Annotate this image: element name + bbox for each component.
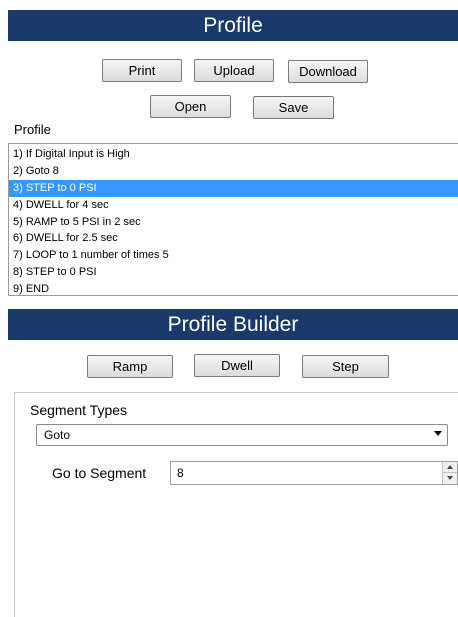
go-to-segment-value: 8 [177, 466, 184, 480]
save-button[interactable]: Save [253, 96, 334, 119]
list-item[interactable]: 1) If Digital Input is High [9, 146, 458, 163]
profile-list[interactable]: 1) If Digital Input is High 2) Goto 8 3)… [8, 143, 458, 296]
upload-button[interactable]: Upload [194, 59, 274, 82]
profile-title: Profile [203, 14, 263, 37]
list-item[interactable]: 8) STEP to 0 PSI [9, 264, 458, 281]
list-item-selected[interactable]: 3) STEP to 0 PSI [9, 179, 458, 197]
profile-header: Profile [8, 10, 458, 41]
go-to-segment-input[interactable]: 8 [170, 461, 458, 485]
step-button[interactable]: Step [302, 355, 389, 378]
ramp-button[interactable]: Ramp [87, 355, 173, 378]
list-item[interactable]: 7) LOOP to 1 number of times 5 [9, 247, 458, 264]
list-item[interactable]: 6) DWELL for 2.5 sec [9, 230, 458, 247]
dwell-button[interactable]: Dwell [194, 354, 280, 377]
chevron-down-icon[interactable] [434, 431, 442, 436]
open-button[interactable]: Open [150, 95, 231, 118]
arrow-up-icon [447, 465, 453, 469]
spin-buttons [442, 462, 457, 484]
spin-down-button[interactable] [443, 473, 457, 484]
profile-list-label: Profile [14, 122, 51, 137]
list-item[interactable]: 4) DWELL for 4 sec [9, 197, 458, 214]
list-item[interactable]: 9) END [9, 281, 458, 298]
print-button[interactable]: Print [102, 59, 182, 82]
profile-builder-header: Profile Builder [8, 309, 458, 340]
segment-type-select[interactable]: Goto [36, 424, 448, 446]
list-item[interactable]: 2) Goto 8 [9, 163, 458, 180]
arrow-down-icon [447, 476, 453, 480]
spin-up-button[interactable] [443, 462, 457, 473]
download-button[interactable]: Download [288, 60, 368, 83]
profile-builder-title: Profile Builder [167, 313, 299, 336]
list-item[interactable]: 5) RAMP to 5 PSI in 2 sec [9, 214, 458, 231]
segment-types-label: Segment Types [30, 402, 128, 418]
segment-type-value: Goto [44, 428, 71, 442]
go-to-segment-label: Go to Segment [52, 465, 147, 481]
